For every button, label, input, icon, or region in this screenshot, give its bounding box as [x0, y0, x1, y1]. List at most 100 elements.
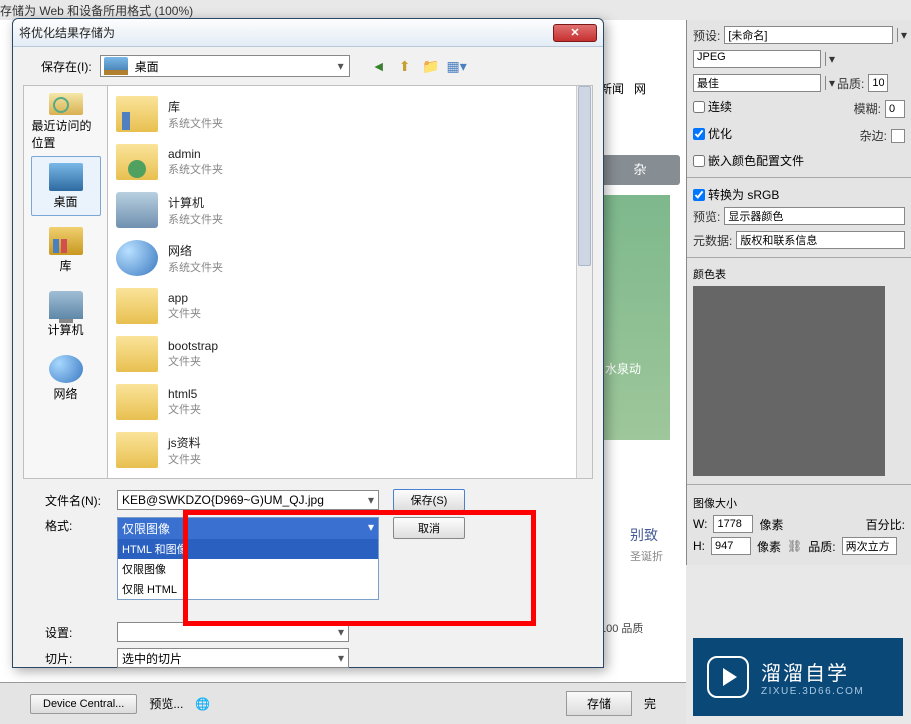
scrollbar[interactable] [576, 86, 592, 478]
save-in-value: 桌面 [131, 58, 333, 75]
file-item[interactable]: html5文件夹 [112, 378, 588, 426]
chevron-down-icon[interactable]: ▾ [825, 52, 833, 66]
bg-gray-button[interactable]: 杂 [600, 155, 680, 185]
chevron-down-icon[interactable]: ▾ [368, 493, 374, 507]
link-icon[interactable]: ⛓ [787, 539, 802, 553]
place-comp[interactable]: 计算机 [31, 284, 101, 344]
cancel-button[interactable]: 取消 [393, 517, 465, 539]
up-icon[interactable]: ⬆ [396, 57, 414, 75]
chevron-down-icon[interactable]: ▾ [825, 76, 833, 90]
settings-select[interactable]: ▾ [117, 622, 349, 642]
place-label: 最近访问的位置 [32, 117, 100, 151]
preview-button[interactable]: 预览... [149, 695, 183, 712]
preset-select[interactable]: [未命名] [724, 26, 893, 44]
image-size-label: 图像大小 [693, 495, 905, 511]
place-desk[interactable]: 桌面 [31, 156, 101, 216]
percent-label: 百分比: [866, 516, 905, 533]
height-input[interactable] [711, 537, 751, 555]
blur-label: 模糊: [854, 100, 881, 117]
back-icon[interactable]: ◄ [370, 57, 388, 75]
format-label: 格式: [45, 517, 111, 534]
quality-preset-select[interactable]: 最佳 [693, 74, 821, 92]
preset-menu-icon[interactable]: ▾ [897, 28, 905, 42]
file-list[interactable]: 库系统文件夹admin系统文件夹计算机系统文件夹网络系统文件夹app文件夹boo… [108, 86, 592, 478]
progressive-label: 连续 [708, 98, 732, 115]
file-item[interactable]: admin系统文件夹 [112, 138, 588, 186]
dialog-title: 将优化结果存储为 [19, 24, 553, 41]
device-central-button[interactable]: Device Central... [30, 694, 137, 714]
file-name: 库 [168, 98, 223, 115]
file-item[interactable]: 计算机系统文件夹 [112, 186, 588, 234]
format-option-html-only[interactable]: 仅限 HTML [118, 579, 378, 599]
metadata-label: 元数据: [693, 232, 732, 249]
preview-select[interactable]: 显示器颜色 [724, 207, 905, 225]
save-in-label: 保存在(I): [41, 58, 92, 75]
desktop-icon [104, 57, 128, 75]
format-select[interactable]: JPEG [693, 50, 821, 68]
settings-label: 设置: [45, 624, 111, 641]
px-unit: 像素 [759, 516, 783, 533]
file-type: 文件夹 [168, 401, 201, 417]
format-option-images-only[interactable]: 仅限图像 [118, 559, 378, 579]
places-bar: 最近访问的位置桌面库计算机网络 [24, 86, 108, 478]
folder-icon [116, 96, 158, 132]
blur-input[interactable] [885, 100, 905, 118]
new-folder-icon[interactable]: 📁 [422, 57, 440, 75]
save-in-combo[interactable]: 桌面 ▾ [100, 55, 350, 77]
file-name: 计算机 [168, 194, 223, 211]
folder-icon [116, 432, 158, 468]
matte-swatch[interactable] [891, 129, 905, 143]
dialog-titlebar[interactable]: 将优化结果存储为 ✕ [13, 19, 603, 47]
file-type: 系统文件夹 [168, 259, 223, 275]
optimized-checkbox[interactable] [693, 128, 705, 140]
folder-icon [116, 288, 158, 324]
file-name: html5 [168, 387, 201, 401]
file-item[interactable]: bootstrap文件夹 [112, 330, 588, 378]
file-name: app [168, 291, 201, 305]
height-label: H: [693, 539, 705, 553]
progressive-checkbox[interactable] [693, 101, 705, 113]
file-type: 文件夹 [168, 353, 218, 369]
view-menu-icon[interactable]: ▦▾ [448, 57, 466, 75]
file-item[interactable]: 网络系统文件夹 [112, 234, 588, 282]
place-label: 库 [59, 257, 71, 274]
place-label: 桌面 [53, 193, 77, 210]
recent-icon [49, 93, 83, 115]
px-unit: 像素 [757, 538, 781, 555]
resample-quality-label: 品质: [808, 538, 835, 555]
resample-select[interactable]: 两次立方 [842, 537, 897, 555]
desk-icon [49, 163, 83, 191]
slices-select[interactable]: 选中的切片▾ [117, 648, 349, 668]
file-item[interactable]: js资料文件夹 [112, 426, 588, 474]
filename-input[interactable]: KEB@SWKDZO{D969~G)UM_QJ.jpg ▾ [117, 490, 379, 510]
metadata-select[interactable]: 版权和联系信息 [736, 231, 905, 249]
embed-profile-checkbox[interactable] [693, 155, 705, 167]
matte-label: 杂边: [860, 127, 887, 144]
place-net[interactable]: 网络 [31, 348, 101, 408]
quality-label: 品质: [837, 75, 864, 92]
folder-icon [116, 192, 158, 228]
bg-tab-net[interactable]: 网 [634, 82, 646, 96]
width-input[interactable] [713, 515, 753, 533]
save-button[interactable]: 保存(S) [393, 489, 465, 511]
file-item[interactable]: app文件夹 [112, 282, 588, 330]
place-lib[interactable]: 库 [31, 220, 101, 280]
bottom-done-button[interactable]: 完 [644, 695, 656, 712]
format-selected[interactable]: 仅限图像▾ [118, 518, 378, 539]
bg-tabs: 新闻 网 [600, 80, 670, 97]
scrollbar-thumb[interactable] [578, 86, 591, 266]
comp-icon [49, 291, 83, 319]
preview-label: 预览: [693, 208, 720, 225]
chevron-down-icon[interactable]: ▾ [333, 59, 349, 73]
srgb-checkbox[interactable] [693, 189, 705, 201]
browser-icon[interactable]: 🌐 [195, 697, 210, 711]
format-option-html-and-images[interactable]: HTML 和图像 [118, 539, 378, 559]
close-button[interactable]: ✕ [553, 24, 597, 42]
file-name: admin [168, 147, 223, 161]
bottom-save-button[interactable]: 存储 [566, 691, 632, 716]
quality-input[interactable] [868, 74, 888, 92]
place-recent[interactable]: 最近访问的位置 [31, 92, 101, 152]
format-dropdown-open[interactable]: 仅限图像▾ HTML 和图像 仅限图像 仅限 HTML [117, 517, 379, 600]
file-item[interactable]: 库系统文件夹 [112, 90, 588, 138]
file-type: 系统文件夹 [168, 211, 223, 227]
